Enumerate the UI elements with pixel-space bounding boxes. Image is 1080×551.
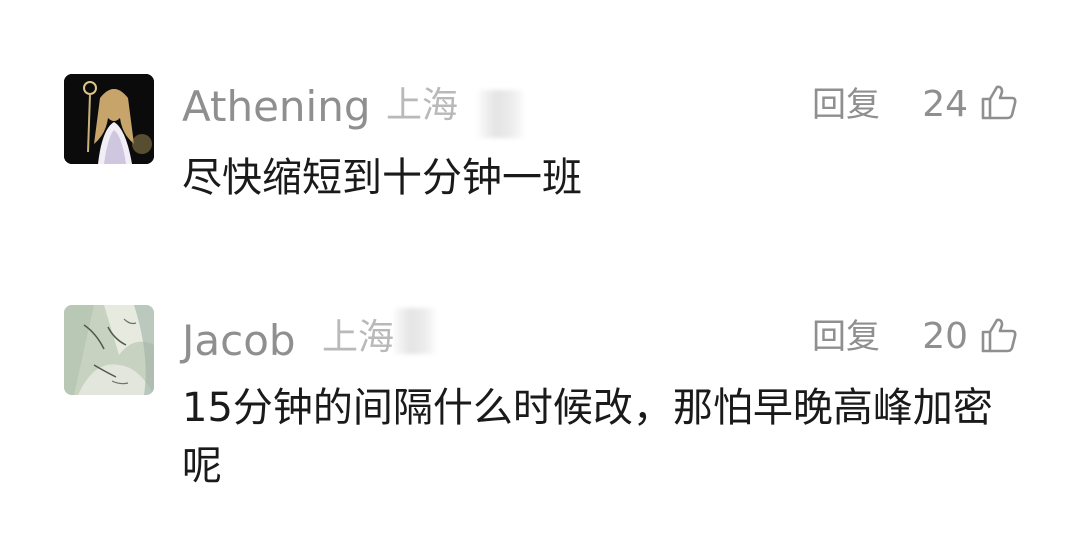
comment-text: 尽快缩短到十分钟一班 bbox=[182, 155, 582, 201]
landscape-sketch-avatar-icon bbox=[64, 305, 154, 395]
reply-button[interactable]: 回复 bbox=[812, 88, 880, 122]
username[interactable]: Jacob bbox=[182, 320, 296, 362]
avatar[interactable] bbox=[64, 305, 154, 395]
comment-item: Athening 上海 回复 24 尽快缩短到十分钟一班 bbox=[0, 0, 1080, 260]
comment-text: 15分钟的间隔什么时候改，那怕早晚高峰加密呢 bbox=[182, 385, 993, 489]
comment-item: Jacob 上海 回复 20 15分钟的间隔什么时候改，那怕早晚高峰加密呢 bbox=[0, 260, 1080, 551]
username[interactable]: Athening bbox=[182, 86, 371, 128]
avatar[interactable] bbox=[64, 74, 154, 164]
redacted-region bbox=[478, 90, 524, 138]
like-count: 24 bbox=[922, 84, 968, 125]
thumbs-up-icon[interactable] bbox=[980, 83, 1018, 121]
location-label: 上海 bbox=[322, 317, 395, 358]
anime-character-avatar-icon bbox=[64, 74, 154, 164]
location-label: 上海 bbox=[386, 85, 459, 126]
thumbs-up-icon[interactable] bbox=[980, 316, 1018, 354]
like-count: 20 bbox=[922, 316, 968, 357]
redacted-region bbox=[394, 308, 436, 354]
reply-button[interactable]: 回复 bbox=[812, 320, 880, 354]
